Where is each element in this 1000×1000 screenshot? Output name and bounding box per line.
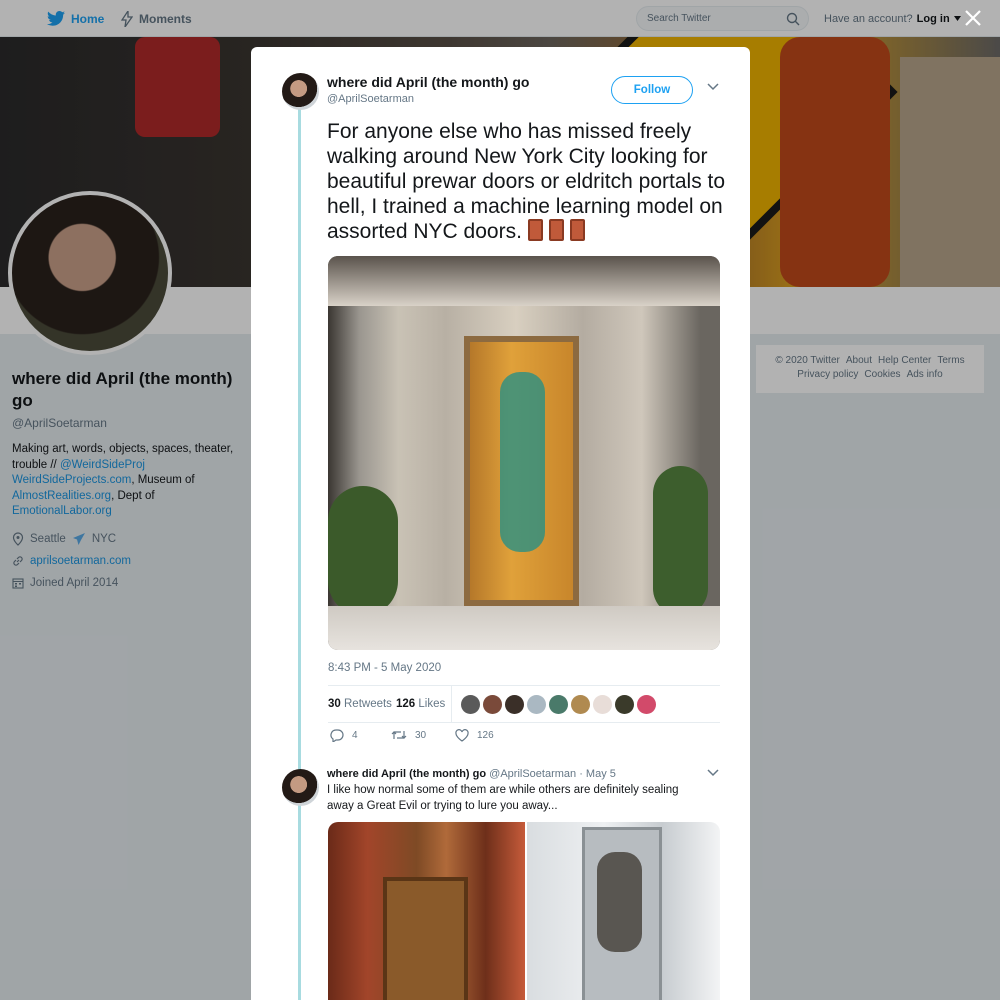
liker-avatar[interactable] (549, 695, 568, 714)
tweet-modal: where did April (the month) go @AprilSoe… (251, 47, 750, 1000)
like-count: 126 (477, 730, 494, 741)
chevron-down-icon[interactable] (707, 83, 719, 91)
tweet-text-body: For anyone else who has missed freely wa… (327, 120, 726, 243)
reply-text: I like how normal some of them are while… (327, 784, 679, 812)
retweet-button[interactable]: 30 (391, 729, 426, 741)
liker-avatar[interactable] (593, 695, 612, 714)
retweet-icon (391, 731, 407, 739)
tweet-timestamp[interactable]: 8:43 PM - 5 May 2020 (328, 662, 441, 674)
likes-stat[interactable]: 126 Likes (396, 698, 445, 710)
like-button[interactable]: 126 (455, 729, 494, 742)
reply-count: 4 (352, 730, 358, 741)
liker-avatar[interactable] (461, 695, 480, 714)
door-emoji-icon (548, 219, 564, 241)
tweet-actions: 4 30 126 (328, 729, 720, 751)
tweet-text: For anyone else who has missed freely wa… (327, 119, 727, 244)
reply-date[interactable]: · May 5 (579, 768, 616, 780)
liker-avatar[interactable] (637, 695, 656, 714)
reply-image-1[interactable] (328, 822, 525, 1000)
tweet-author-handle[interactable]: @AprilSoetarman (327, 93, 414, 105)
door-emoji-icon (527, 219, 543, 241)
follow-button[interactable]: Follow (611, 76, 693, 104)
tweet-image[interactable] (328, 256, 720, 650)
tweet-author-name[interactable]: where did April (the month) go (327, 74, 529, 90)
reply-author-handle[interactable]: @AprilSoetarman (489, 768, 576, 780)
liker-avatar[interactable] (483, 695, 502, 714)
retweets-stat[interactable]: 30 Retweets (328, 698, 392, 710)
liker-avatar[interactable] (615, 695, 634, 714)
likes-count: 126 (396, 698, 416, 710)
retweet-count: 30 (415, 729, 427, 741)
door-emoji-icon (569, 219, 585, 241)
heart-icon (455, 729, 469, 742)
reply-header: where did April (the month) go @AprilSoe… (327, 768, 616, 780)
tweet-author-avatar[interactable] (282, 73, 319, 110)
chevron-down-icon[interactable] (707, 769, 719, 777)
liker-avatar[interactable] (571, 695, 590, 714)
likers-avatars (461, 695, 656, 714)
close-icon[interactable] (962, 7, 984, 29)
likes-label: Likes (418, 698, 446, 710)
tweet-stats: 30 Retweets 126 Likes (328, 685, 720, 723)
retweets-label: Retweets (344, 698, 392, 710)
retweets-count: 30 (328, 698, 341, 710)
reply-author-avatar[interactable] (282, 769, 319, 806)
reply-images (328, 822, 720, 1000)
reply-image-2[interactable] (527, 822, 720, 1000)
liker-avatar[interactable] (505, 695, 524, 714)
thread-line (298, 109, 301, 1000)
reply-button[interactable]: 4 (330, 729, 358, 742)
reply-icon (330, 729, 344, 742)
liker-avatar[interactable] (527, 695, 546, 714)
reply-author-name[interactable]: where did April (the month) go (327, 768, 486, 780)
